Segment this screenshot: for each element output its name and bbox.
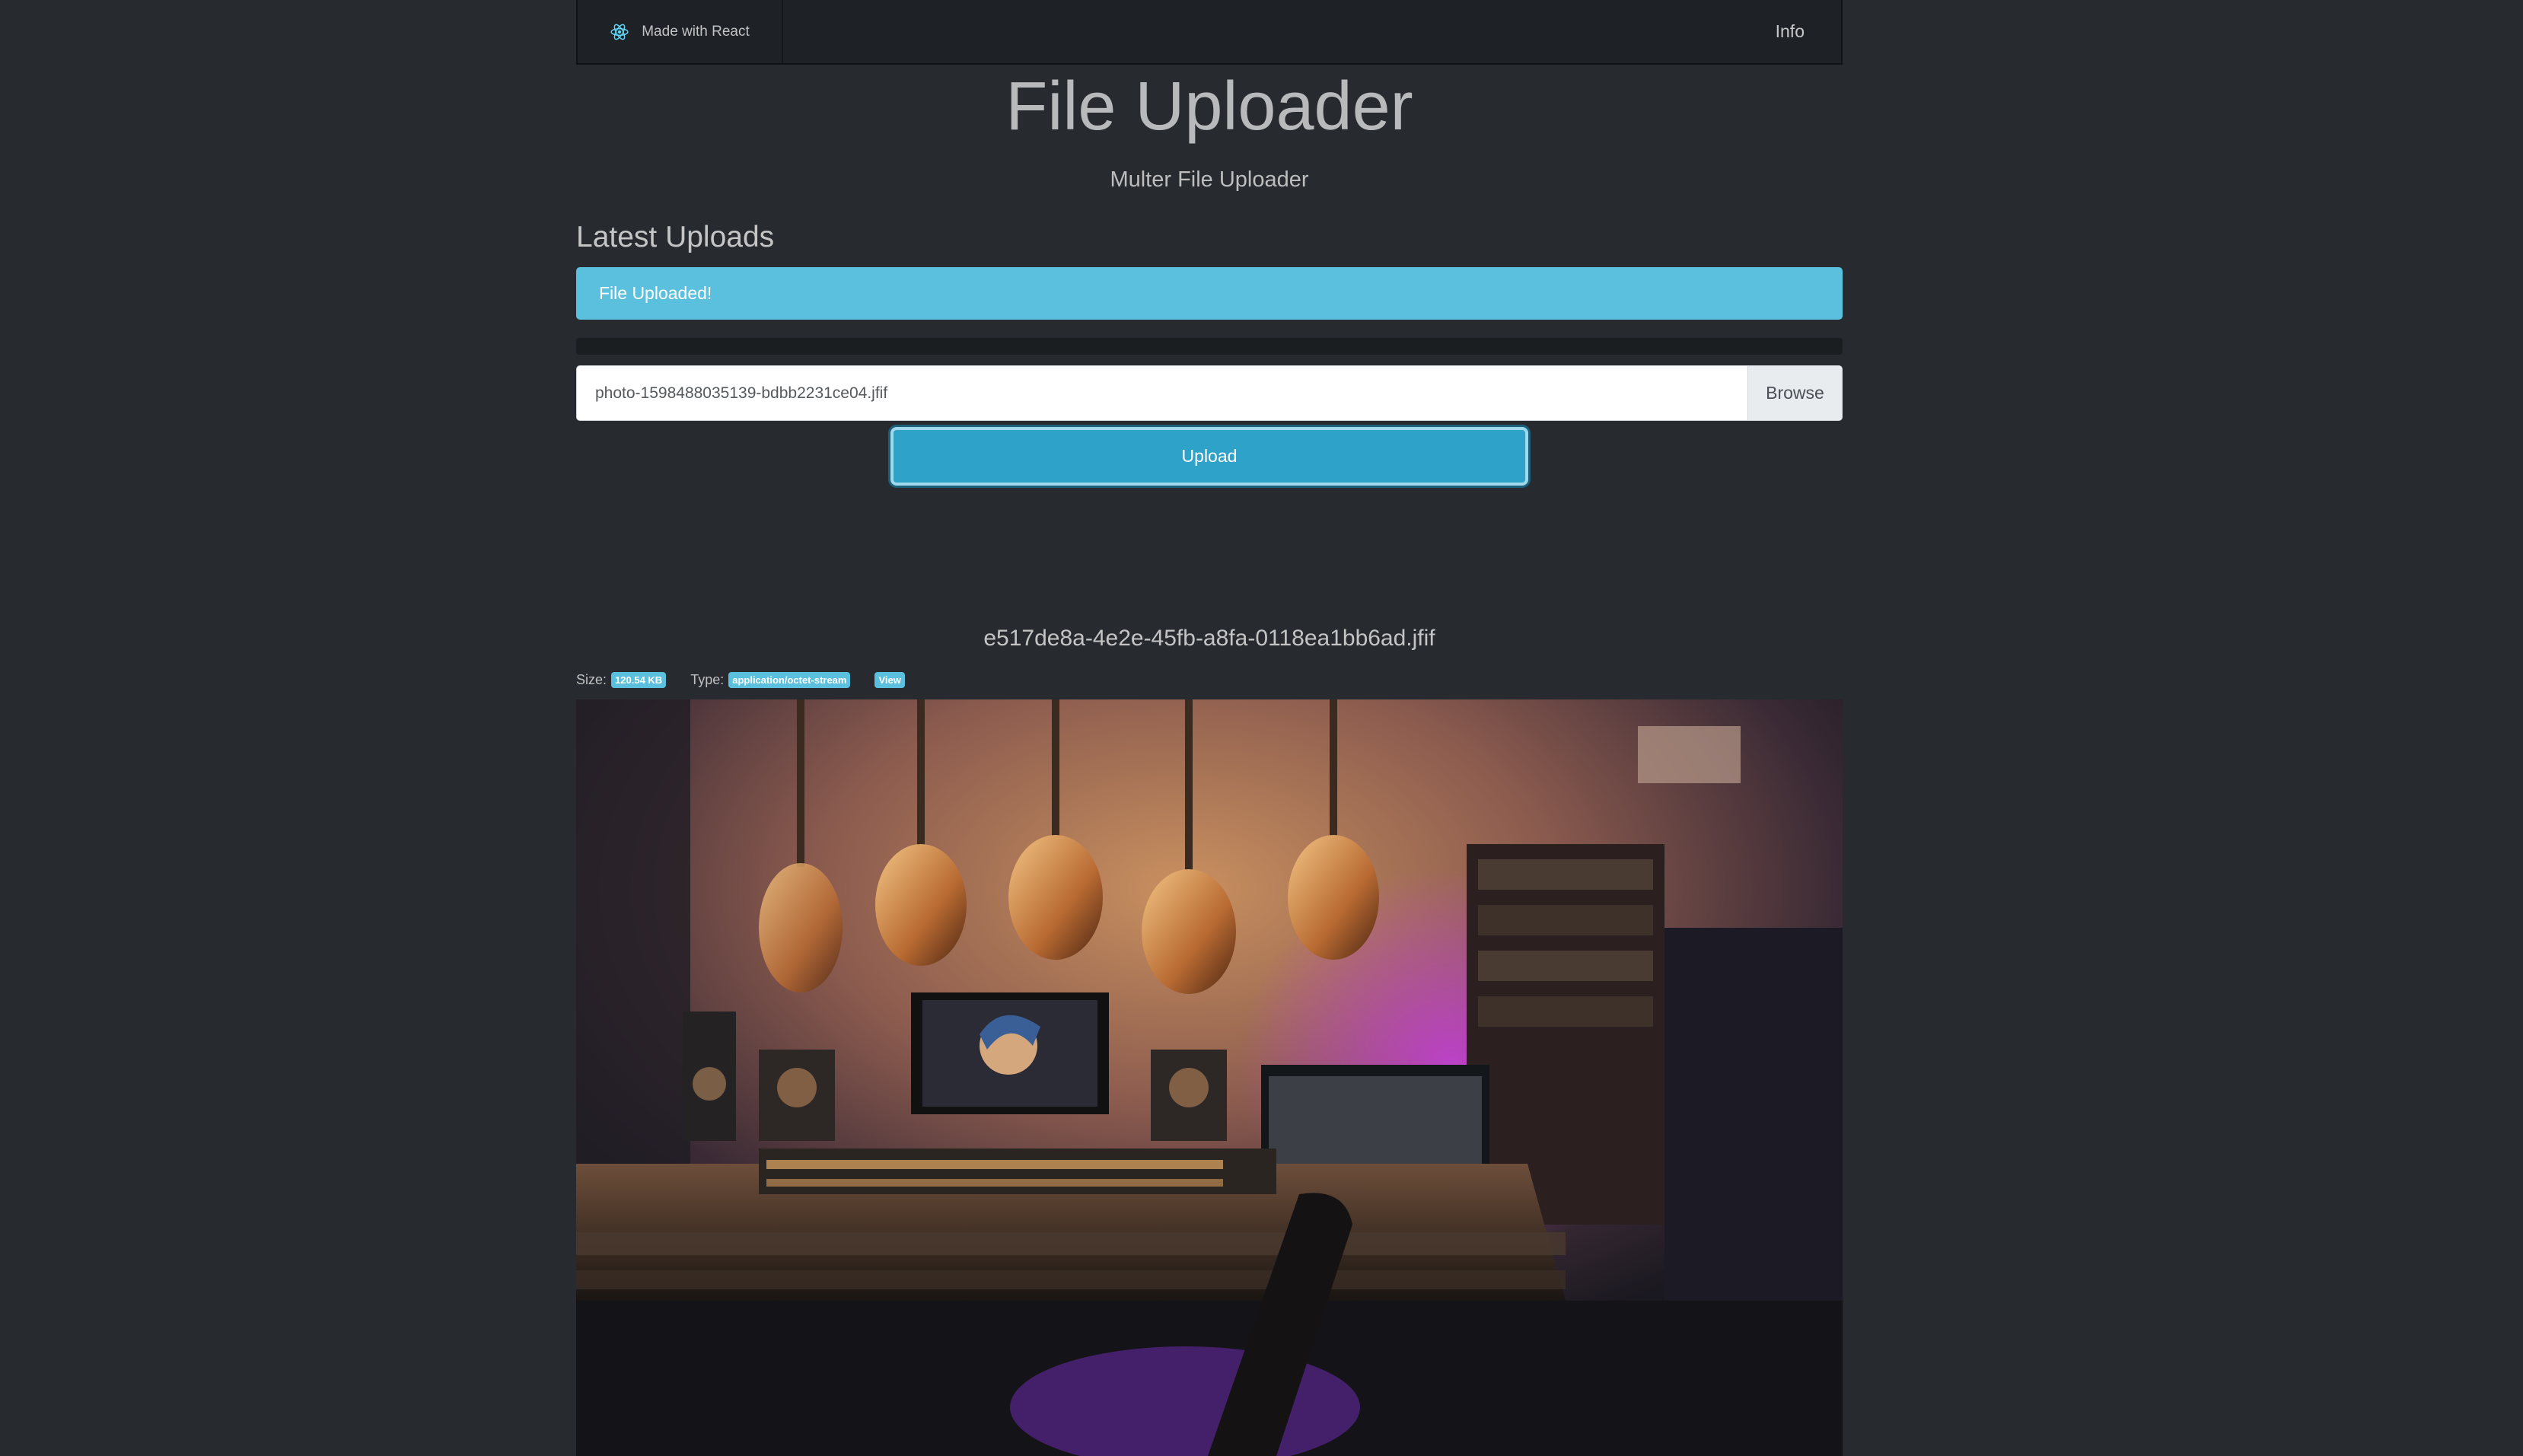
type-label: Type: [690,671,725,687]
studio-photo [576,699,1843,1456]
page-subtitle: Multer File Uploader [1110,167,1309,192]
uploaded-image-preview [576,699,1843,1456]
uploaded-file-name: e517de8a-4e2e-45fb-a8fa-0118ea1bb6ad.jfi… [983,626,1435,651]
view-link[interactable]: View [874,671,905,688]
brand-link[interactable]: Made with React [578,0,783,63]
size-badge: 120.54 KB [611,671,667,688]
nav-info-link[interactable]: Info [1776,0,1805,63]
file-meta: Size: 120.54 KB Type: application/octet-… [576,670,905,690]
react-atom-icon [610,24,629,40]
browse-button[interactable]: Browse [1747,366,1842,420]
type-badge: application/octet-stream [728,671,851,688]
upload-progress-bar [576,338,1843,355]
latest-uploads-heading: Latest Uploads [576,221,775,253]
brand-label: Made with React [642,23,750,40]
alert-message: File Uploaded! [599,283,712,303]
top-navbar: Made with React Info [576,0,1843,65]
file-input-value: photo-1598488035139-bdbb2231ce04.jfif [595,384,888,402]
page-title: File Uploader [1005,68,1413,145]
file-input[interactable]: photo-1598488035139-bdbb2231ce04.jfif Br… [576,365,1843,421]
size-label: Size: [576,671,607,687]
upload-success-alert: File Uploaded! [576,267,1843,320]
upload-button[interactable]: Upload [890,427,1528,486]
